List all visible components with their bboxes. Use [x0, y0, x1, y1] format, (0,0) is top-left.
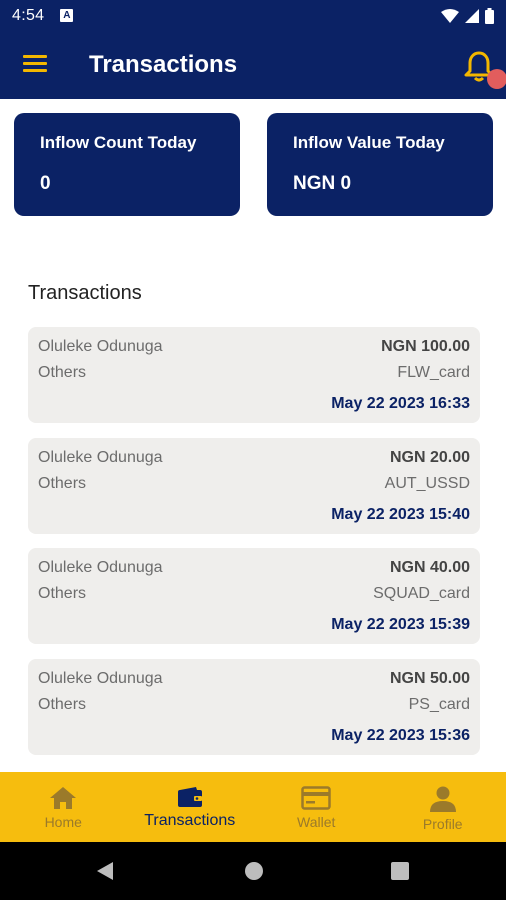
nav-transactions[interactable]: Transactions: [127, 772, 254, 842]
transaction-category: Others: [38, 475, 87, 492]
notification-badge: [487, 69, 506, 89]
bottom-nav: Home Transactions Wallet Profile: [0, 772, 506, 842]
nav-profile[interactable]: Profile: [380, 772, 506, 842]
page-title: Transactions: [89, 51, 238, 78]
transaction-amount: NGN 50.00: [389, 670, 470, 687]
transaction-date: May 22 2023 16:33: [331, 395, 470, 412]
card-label: Inflow Value Today: [293, 133, 445, 152]
battery-icon: [485, 7, 494, 24]
transaction-item[interactable]: Oluleke Odunuga Others NGN 40.00 SQUAD_c…: [28, 548, 480, 644]
status-icons: [441, 7, 494, 24]
transaction-category: Others: [38, 364, 87, 381]
nav-label: Wallet: [297, 814, 336, 830]
menu-icon[interactable]: [23, 55, 47, 75]
nav-home[interactable]: Home: [0, 772, 127, 842]
app-bar: Transactions: [0, 31, 506, 99]
card-label: Inflow Count Today: [40, 133, 197, 152]
transaction-channel: SQUAD_card: [373, 585, 470, 602]
transaction-name: Oluleke Odunuga: [38, 449, 163, 466]
signal-icon: [465, 8, 479, 23]
wallet-icon: [177, 787, 202, 807]
home-circle-icon[interactable]: [244, 861, 264, 881]
transaction-category: Others: [38, 696, 87, 713]
transaction-category: Others: [38, 585, 87, 602]
transaction-date: May 22 2023 15:36: [331, 727, 470, 744]
transaction-name: Oluleke Odunuga: [38, 670, 163, 687]
wifi-icon: [441, 8, 459, 23]
transaction-channel: FLW_card: [397, 364, 470, 381]
transaction-channel: PS_card: [408, 696, 470, 713]
home-icon: [50, 787, 77, 809]
status-time: 4:54: [12, 6, 45, 24]
back-icon[interactable]: [96, 861, 114, 881]
transaction-item[interactable]: Oluleke Odunuga Others NGN 20.00 AUT_USS…: [28, 438, 480, 534]
card-value: 0: [40, 173, 51, 194]
card-icon: [301, 786, 331, 810]
transaction-date: May 22 2023 15:40: [331, 506, 470, 523]
section-title: Transactions: [28, 282, 142, 304]
transaction-date: May 22 2023 15:39: [331, 616, 470, 633]
person-icon: [429, 786, 456, 812]
transaction-amount: NGN 20.00: [389, 449, 470, 466]
transaction-amount: NGN 100.00: [381, 338, 470, 355]
system-nav-bar: [0, 842, 506, 900]
transaction-amount: NGN 40.00: [389, 559, 470, 576]
recents-icon[interactable]: [391, 862, 409, 880]
nav-wallet[interactable]: Wallet: [253, 772, 380, 842]
transaction-item[interactable]: Oluleke Odunuga Others NGN 50.00 PS_card…: [28, 659, 480, 755]
status-bar: 4:54 A: [0, 0, 506, 31]
nav-label: Home: [44, 814, 82, 830]
nav-label: Transactions: [144, 812, 236, 829]
transaction-item[interactable]: Oluleke Odunuga Others NGN 100.00 FLW_ca…: [28, 327, 480, 423]
notification-app-icon: A: [60, 9, 74, 22]
transaction-name: Oluleke Odunuga: [38, 338, 163, 355]
inflow-count-card: Inflow Count Today 0: [14, 113, 240, 216]
transaction-channel: AUT_USSD: [384, 475, 470, 492]
inflow-value-card: Inflow Value Today NGN 0: [267, 113, 493, 216]
card-value: NGN 0: [293, 173, 352, 194]
transaction-name: Oluleke Odunuga: [38, 559, 163, 576]
nav-label: Profile: [422, 816, 463, 832]
